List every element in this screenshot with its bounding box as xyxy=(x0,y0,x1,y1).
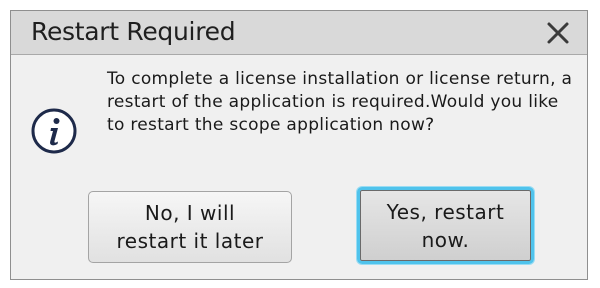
dialog-message: To complete a license installation or li… xyxy=(107,69,573,135)
close-icon xyxy=(547,22,569,44)
dialog-titlebar: Restart Required xyxy=(11,11,587,55)
restart-later-button[interactable]: No, I will restart it later xyxy=(88,191,292,263)
dialog-title: Restart Required xyxy=(31,17,236,46)
close-button[interactable] xyxy=(541,16,575,50)
restart-now-button[interactable]: Yes, restart now. xyxy=(357,187,534,264)
restart-now-label: Yes, restart now. xyxy=(386,199,505,252)
info-icon xyxy=(30,107,78,155)
restart-later-label: No, I will restart it later xyxy=(116,201,264,253)
restart-dialog: Restart Required To complete a license i… xyxy=(10,10,588,280)
